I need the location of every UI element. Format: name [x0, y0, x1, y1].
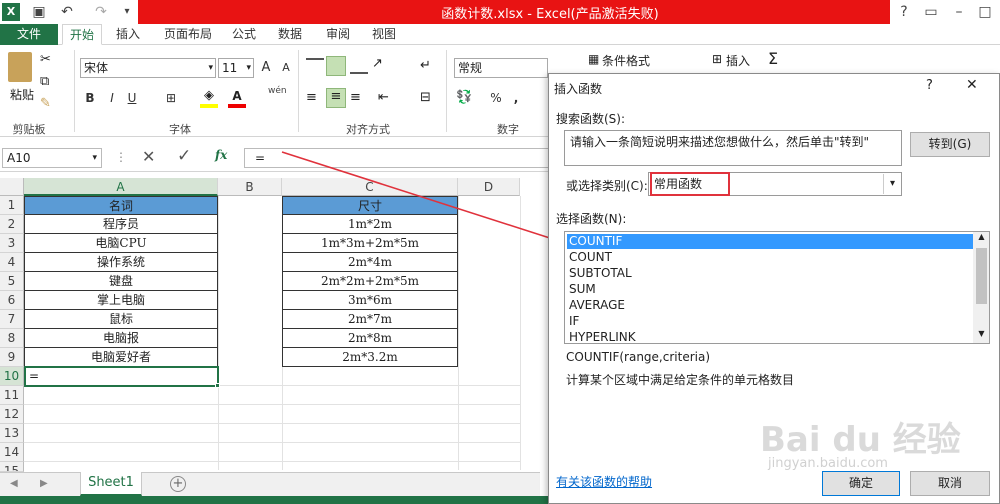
function-signature: COUNTIF(range,criteria): [566, 350, 710, 364]
function-description: 计算某个区域中满足给定条件的单元格数目: [566, 373, 795, 387]
list-item[interactable]: IF: [567, 314, 975, 329]
list-item[interactable]: AVERAGE: [567, 298, 975, 313]
search-function-input[interactable]: 请输入一条简短说明来描述您想做什么，然后单击"转到": [564, 130, 902, 166]
list-item[interactable]: COUNTIF: [567, 234, 975, 249]
watermark-brand: Bai du 经验: [760, 420, 961, 460]
go-button[interactable]: 转到(G): [910, 132, 990, 157]
list-item[interactable]: SUM: [567, 282, 975, 297]
list-item[interactable]: SUBTOTAL: [567, 266, 975, 281]
chevron-down-icon[interactable]: ▾: [883, 174, 901, 194]
help-link[interactable]: 有关该函数的帮助: [556, 473, 652, 490]
ok-button[interactable]: 确定: [822, 471, 900, 496]
arrow-line: [281, 151, 557, 241]
select-function-label: 选择函数(N):: [556, 212, 627, 226]
dialog-close-button[interactable]: ✕: [966, 77, 978, 93]
category-label: 或选择类别(C):: [566, 179, 648, 193]
category-value: 常用函数: [650, 172, 730, 196]
list-item[interactable]: HYPERLINK: [567, 330, 975, 343]
cancel-button[interactable]: 取消: [910, 471, 990, 496]
list-item[interactable]: COUNT: [567, 250, 975, 265]
scroll-up-icon[interactable]: ▲: [973, 232, 989, 246]
search-function-label: 搜索函数(S):: [556, 112, 626, 126]
dialog-title: 插入函数: [554, 82, 603, 96]
scroll-down-icon[interactable]: ▼: [973, 329, 989, 343]
list-scrollbar[interactable]: ▲ ▼: [973, 232, 989, 343]
watermark-url: jingyan.baidu.com: [768, 456, 888, 471]
scrollbar-thumb[interactable]: [976, 248, 987, 304]
dialog-help-button[interactable]: ?: [926, 78, 933, 93]
function-list[interactable]: COUNTIF COUNT SUBTOTAL SUM AVERAGE IF HY…: [564, 231, 990, 344]
